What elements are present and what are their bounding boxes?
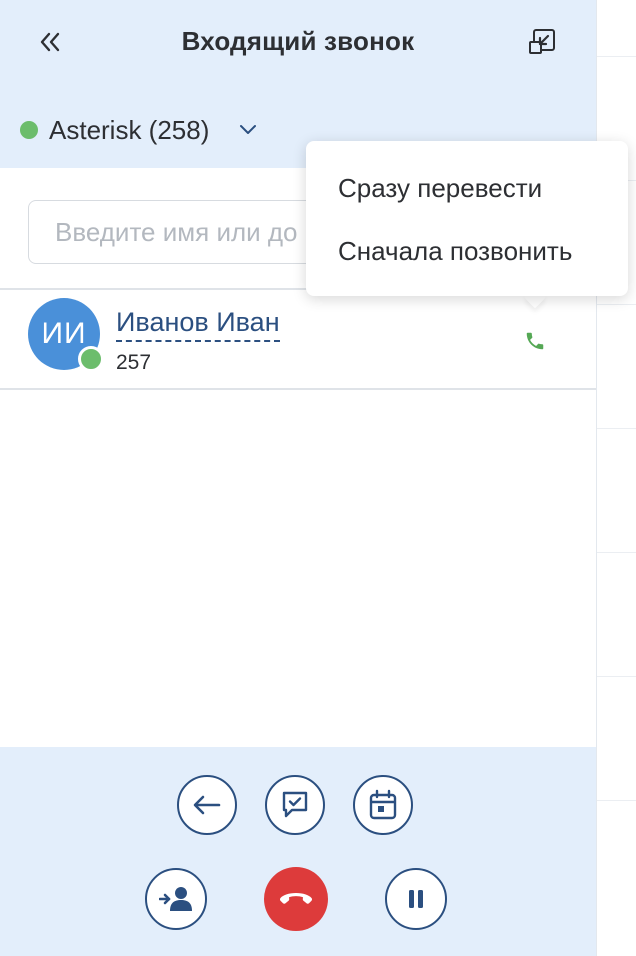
end-call-button[interactable]	[264, 867, 328, 931]
menu-item-transfer-now[interactable]: Сразу перевести	[338, 173, 542, 204]
contact-name[interactable]: Иванов Иван	[116, 306, 280, 342]
background-divider	[597, 800, 636, 801]
back-button[interactable]	[177, 775, 237, 835]
call-controls	[0, 747, 596, 956]
page-title: Входящий звонок	[181, 26, 415, 56]
avatar-initials: ИИ	[41, 317, 87, 350]
minimize-button[interactable]	[524, 24, 560, 60]
account-label: Asterisk (258)	[49, 114, 210, 145]
pause-icon	[409, 890, 423, 908]
background-divider	[597, 56, 636, 57]
menu-item-call-first[interactable]: Сначала позвонить	[338, 236, 572, 267]
hold-button[interactable]	[385, 868, 447, 930]
contact-row[interactable]: ИИ Иванов Иван 257	[0, 290, 596, 388]
minimize-window-icon	[529, 29, 555, 54]
comment-button[interactable]	[265, 775, 325, 835]
arrow-left-icon	[193, 795, 221, 815]
online-status-dot	[78, 346, 104, 372]
hang-up-icon	[279, 893, 313, 904]
background-divider	[597, 676, 636, 677]
chat-check-icon	[282, 791, 308, 818]
background-divider	[597, 552, 636, 553]
phone-icon	[526, 332, 544, 350]
chevron-down-icon	[239, 124, 257, 136]
contact-extension: 257	[116, 351, 152, 374]
divider	[0, 388, 596, 390]
background-divider	[597, 304, 636, 305]
call-contact-button[interactable]	[518, 324, 552, 358]
online-status-dot	[20, 121, 38, 139]
transfer-menu: Сразу перевести Сначала позвонить	[306, 141, 628, 296]
calendar-button[interactable]	[353, 775, 413, 835]
transfer-button[interactable]	[145, 868, 207, 930]
calendar-icon	[369, 789, 397, 820]
account-select[interactable]: Asterisk (258)	[20, 110, 257, 150]
background-divider	[597, 428, 636, 429]
user-transfer-icon	[159, 887, 192, 911]
